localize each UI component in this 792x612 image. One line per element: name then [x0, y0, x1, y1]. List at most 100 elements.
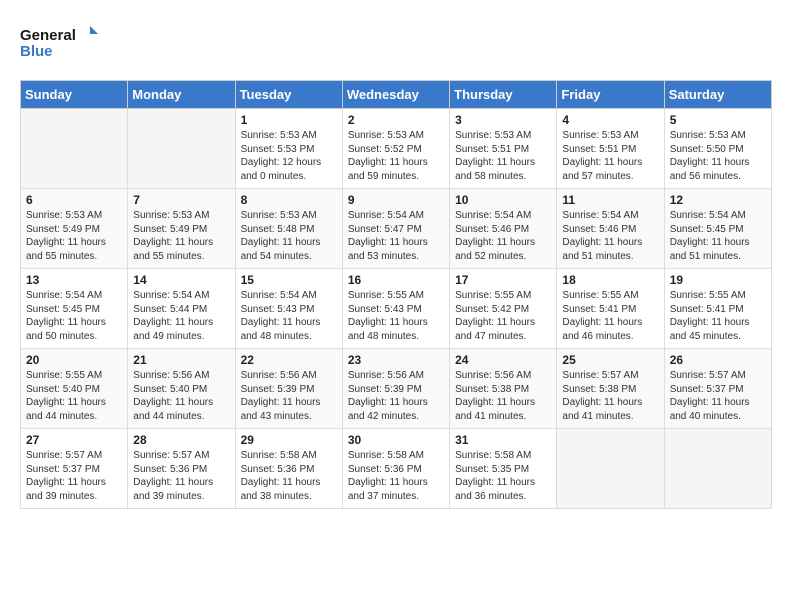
- day-number: 28: [133, 433, 229, 447]
- weekday-header: Wednesday: [342, 81, 449, 109]
- calendar-week-row: 1 Sunrise: 5:53 AM Sunset: 5:53 PM Daylig…: [21, 109, 772, 189]
- cell-sun-info: Sunrise: 5:58 AM Sunset: 5:36 PM Dayligh…: [241, 449, 337, 503]
- day-number: 21: [133, 353, 229, 367]
- calendar-cell: 31 Sunrise: 5:58 AM Sunset: 5:35 PM Dayli…: [450, 429, 557, 509]
- day-number: 30: [348, 433, 444, 447]
- day-number: 12: [670, 193, 766, 207]
- day-number: 5: [670, 113, 766, 127]
- cell-sun-info: Sunrise: 5:54 AM Sunset: 5:46 PM Dayligh…: [562, 209, 658, 263]
- day-number: 1: [241, 113, 337, 127]
- day-number: 8: [241, 193, 337, 207]
- calendar-cell: 30Sunrise: 5:58 AM Sunset: 5:36 PM Dayli…: [342, 429, 449, 509]
- cell-sun-info: Sunrise: 5:53 AM Sunset: 5:53 PM Dayligh…: [241, 129, 337, 183]
- calendar-cell: 21 Sunrise: 5:56 AM Sunset: 5:40 PM Dayli…: [128, 349, 235, 429]
- cell-sun-info: Sunrise: 5:53 AM Sunset: 5:50 PM Dayligh…: [670, 129, 766, 183]
- calendar-cell: 20 Sunrise: 5:55 AM Sunset: 5:40 PM Dayli…: [21, 349, 128, 429]
- calendar-cell: 24Sunrise: 5:56 AM Sunset: 5:38 PM Dayli…: [450, 349, 557, 429]
- day-number: 27: [26, 433, 122, 447]
- calendar-cell: 2 Sunrise: 5:53 AM Sunset: 5:52 PM Daylig…: [342, 109, 449, 189]
- calendar-cell: 16 Sunrise: 5:55 AM Sunset: 5:43 PM Dayli…: [342, 269, 449, 349]
- calendar-cell: 9Sunrise: 5:54 AM Sunset: 5:47 PM Daylig…: [342, 189, 449, 269]
- day-number: 10: [455, 193, 551, 207]
- cell-sun-info: Sunrise: 5:55 AM Sunset: 5:41 PM Dayligh…: [670, 289, 766, 343]
- cell-sun-info: Sunrise: 5:53 AM Sunset: 5:51 PM Dayligh…: [562, 129, 658, 183]
- calendar-cell: 15 Sunrise: 5:54 AM Sunset: 5:43 PM Dayli…: [235, 269, 342, 349]
- weekday-header: Thursday: [450, 81, 557, 109]
- weekday-header: Friday: [557, 81, 664, 109]
- day-number: 14: [133, 273, 229, 287]
- cell-sun-info: Sunrise: 5:56 AM Sunset: 5:38 PM Dayligh…: [455, 369, 551, 423]
- calendar-cell: 7 Sunrise: 5:53 AM Sunset: 5:49 PM Daylig…: [128, 189, 235, 269]
- day-number: 6: [26, 193, 122, 207]
- calendar-cell: 1 Sunrise: 5:53 AM Sunset: 5:53 PM Daylig…: [235, 109, 342, 189]
- calendar-cell: 22 Sunrise: 5:56 AM Sunset: 5:39 PM Dayli…: [235, 349, 342, 429]
- cell-sun-info: Sunrise: 5:53 AM Sunset: 5:51 PM Dayligh…: [455, 129, 551, 183]
- cell-sun-info: Sunrise: 5:55 AM Sunset: 5:40 PM Dayligh…: [26, 369, 122, 423]
- calendar-cell: 18 Sunrise: 5:55 AM Sunset: 5:41 PM Dayli…: [557, 269, 664, 349]
- logo-svg: General Blue: [20, 20, 100, 64]
- day-number: 26: [670, 353, 766, 367]
- cell-sun-info: Sunrise: 5:54 AM Sunset: 5:45 PM Dayligh…: [670, 209, 766, 263]
- day-number: 31: [455, 433, 551, 447]
- cell-sun-info: Sunrise: 5:57 AM Sunset: 5:37 PM Dayligh…: [670, 369, 766, 423]
- calendar-cell: 13 Sunrise: 5:54 AM Sunset: 5:45 PM Dayli…: [21, 269, 128, 349]
- logo: General Blue: [20, 20, 100, 64]
- calendar-table: SundayMondayTuesdayWednesdayThursdayFrid…: [20, 80, 772, 509]
- cell-sun-info: Sunrise: 5:55 AM Sunset: 5:41 PM Dayligh…: [562, 289, 658, 343]
- cell-sun-info: Sunrise: 5:53 AM Sunset: 5:49 PM Dayligh…: [133, 209, 229, 263]
- cell-sun-info: Sunrise: 5:57 AM Sunset: 5:38 PM Dayligh…: [562, 369, 658, 423]
- day-number: 4: [562, 113, 658, 127]
- weekday-header: Sunday: [21, 81, 128, 109]
- weekday-header: Tuesday: [235, 81, 342, 109]
- weekday-header: Monday: [128, 81, 235, 109]
- svg-text:General: General: [20, 27, 76, 44]
- cell-sun-info: Sunrise: 5:54 AM Sunset: 5:45 PM Dayligh…: [26, 289, 122, 343]
- calendar-cell: 19 Sunrise: 5:55 AM Sunset: 5:41 PM Dayli…: [664, 269, 771, 349]
- day-number: 7: [133, 193, 229, 207]
- calendar-cell: 28Sunrise: 5:57 AM Sunset: 5:36 PM Dayli…: [128, 429, 235, 509]
- cell-sun-info: Sunrise: 5:56 AM Sunset: 5:40 PM Dayligh…: [133, 369, 229, 423]
- calendar-cell: 8Sunrise: 5:53 AM Sunset: 5:48 PM Daylig…: [235, 189, 342, 269]
- calendar-cell: [557, 429, 664, 509]
- day-number: 11: [562, 193, 658, 207]
- day-number: 9: [348, 193, 444, 207]
- day-number: 17: [455, 273, 551, 287]
- day-number: 25: [562, 353, 658, 367]
- cell-sun-info: Sunrise: 5:58 AM Sunset: 5:35 PM Dayligh…: [455, 449, 551, 503]
- cell-sun-info: Sunrise: 5:55 AM Sunset: 5:42 PM Dayligh…: [455, 289, 551, 343]
- calendar-cell: 27 Sunrise: 5:57 AM Sunset: 5:37 PM Dayli…: [21, 429, 128, 509]
- cell-sun-info: Sunrise: 5:54 AM Sunset: 5:43 PM Dayligh…: [241, 289, 337, 343]
- calendar-week-row: 20 Sunrise: 5:55 AM Sunset: 5:40 PM Dayli…: [21, 349, 772, 429]
- calendar-cell: 5 Sunrise: 5:53 AM Sunset: 5:50 PM Daylig…: [664, 109, 771, 189]
- calendar-body: 1 Sunrise: 5:53 AM Sunset: 5:53 PM Daylig…: [21, 109, 772, 509]
- day-number: 16: [348, 273, 444, 287]
- calendar-cell: 12 Sunrise: 5:54 AM Sunset: 5:45 PM Dayli…: [664, 189, 771, 269]
- day-number: 2: [348, 113, 444, 127]
- day-number: 15: [241, 273, 337, 287]
- cell-sun-info: Sunrise: 5:54 AM Sunset: 5:46 PM Dayligh…: [455, 209, 551, 263]
- calendar-cell: 4 Sunrise: 5:53 AM Sunset: 5:51 PM Daylig…: [557, 109, 664, 189]
- cell-sun-info: Sunrise: 5:57 AM Sunset: 5:37 PM Dayligh…: [26, 449, 122, 503]
- day-number: 18: [562, 273, 658, 287]
- cell-sun-info: Sunrise: 5:53 AM Sunset: 5:52 PM Dayligh…: [348, 129, 444, 183]
- calendar-cell: 3 Sunrise: 5:53 AM Sunset: 5:51 PM Daylig…: [450, 109, 557, 189]
- cell-sun-info: Sunrise: 5:55 AM Sunset: 5:43 PM Dayligh…: [348, 289, 444, 343]
- day-number: 19: [670, 273, 766, 287]
- weekday-header: Saturday: [664, 81, 771, 109]
- calendar-cell: 17 Sunrise: 5:55 AM Sunset: 5:42 PM Dayli…: [450, 269, 557, 349]
- calendar-cell: 6Sunrise: 5:53 AM Sunset: 5:49 PM Daylig…: [21, 189, 128, 269]
- cell-sun-info: Sunrise: 5:56 AM Sunset: 5:39 PM Dayligh…: [348, 369, 444, 423]
- day-number: 13: [26, 273, 122, 287]
- calendar-cell: 23 Sunrise: 5:56 AM Sunset: 5:39 PM Dayli…: [342, 349, 449, 429]
- calendar-cell: 26 Sunrise: 5:57 AM Sunset: 5:37 PM Dayli…: [664, 349, 771, 429]
- day-number: 23: [348, 353, 444, 367]
- calendar-cell: [664, 429, 771, 509]
- day-number: 20: [26, 353, 122, 367]
- cell-sun-info: Sunrise: 5:56 AM Sunset: 5:39 PM Dayligh…: [241, 369, 337, 423]
- day-number: 3: [455, 113, 551, 127]
- page-header: General Blue: [20, 20, 772, 64]
- calendar-cell: 10 Sunrise: 5:54 AM Sunset: 5:46 PM Dayli…: [450, 189, 557, 269]
- calendar-cell: [128, 109, 235, 189]
- calendar-cell: 14Sunrise: 5:54 AM Sunset: 5:44 PM Dayli…: [128, 269, 235, 349]
- day-number: 22: [241, 353, 337, 367]
